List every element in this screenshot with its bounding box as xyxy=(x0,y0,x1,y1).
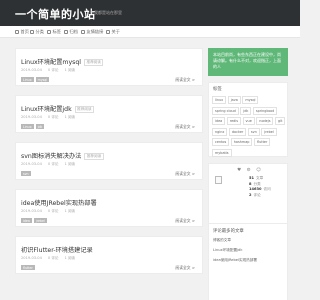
post-tags: Linux jdk xyxy=(21,124,46,129)
post-card: idea使用JRebel实现热部署 2019-03-04 0 评论 1 阅读 ide… xyxy=(15,189,203,227)
post-tag[interactable]: Linux xyxy=(21,77,34,82)
tag-list: linux java mysql spring cloud jdk spring… xyxy=(212,96,287,159)
tag-item[interactable]: mybatis xyxy=(212,148,232,157)
tag-item[interactable]: redis xyxy=(226,117,242,125)
read-more-link[interactable]: 阅读全文 > xyxy=(175,124,195,130)
user-icon xyxy=(106,30,110,34)
read-more-link[interactable]: 阅读全文 > xyxy=(175,77,195,83)
site-subtitle: 你我都是站在那里 xyxy=(90,10,122,15)
recent-post-link[interactable]: 博客的文章 xyxy=(213,238,231,243)
tag-item[interactable]: hashmap xyxy=(230,138,253,146)
nav-tags[interactable]: 标签 xyxy=(47,29,61,35)
nav-label: 标签 xyxy=(52,29,61,34)
nav-archive[interactable]: 归档 xyxy=(64,29,78,35)
nav-category[interactable]: 分类 xyxy=(30,29,44,35)
post-meta: 2019-03-04 0 评论 1 阅读 xyxy=(21,256,76,260)
tag-item[interactable]: idea xyxy=(212,117,226,125)
post-card: svn图标消失解决办法 推荐阅读 2019-03-04 0 评论 1 阅读 svn 阅… xyxy=(15,142,203,180)
tag-item[interactable]: java xyxy=(227,96,241,104)
post-title[interactable]: Linux环境配置mysql 推荐阅读 xyxy=(21,57,104,66)
main-nav: 首页 分类 标签 归档 友情链接 关于 xyxy=(0,26,300,38)
post-title[interactable]: svn图标消失解决办法 推荐阅读 xyxy=(21,151,104,160)
site-header: 一个简单的小站 你我都是站在那里 xyxy=(0,0,300,26)
tag-item[interactable]: svn xyxy=(247,127,260,136)
nav-label: 友情链接 xyxy=(86,29,104,34)
post-tags: idea jrebel xyxy=(21,218,49,223)
tag-item[interactable]: springboot xyxy=(252,106,278,115)
site-title[interactable]: 一个简单的小站 xyxy=(15,6,96,22)
post-meta: 2019-03-04 0 评论 1 阅读 xyxy=(21,209,76,213)
post-tags: svn xyxy=(21,171,33,176)
tag-cloud: 标签 linux java mysql spring cloud jdk spr… xyxy=(208,82,288,157)
nav-label: 分类 xyxy=(35,29,44,34)
archive-icon xyxy=(64,30,68,34)
post-meta: 2019-03-04 0 评论 1 阅读 xyxy=(21,162,76,166)
nav-label: 关于 xyxy=(111,29,120,34)
nav-links[interactable]: 友情链接 xyxy=(81,29,103,35)
post-tag[interactable]: mysql xyxy=(35,77,50,82)
post-badge: 推荐阅读 xyxy=(74,105,95,113)
home-icon xyxy=(15,30,19,34)
nav-home[interactable]: 首页 xyxy=(15,29,29,35)
recent-posts: 评论最多的文章 博客的文章 Linux环境配置jdk idea使用JRebel实… xyxy=(208,223,288,300)
link-icon xyxy=(81,30,85,34)
tag-item[interactable]: git xyxy=(274,117,286,125)
post-tag[interactable]: jrebel xyxy=(33,218,47,223)
avatar xyxy=(215,176,222,184)
post-tags: flutter xyxy=(21,265,37,270)
read-more-link[interactable]: 阅读全文 > xyxy=(175,218,195,224)
folder-icon xyxy=(30,30,34,34)
site-stats: 51 文章 8 分类 14630 访问 2 评论 xyxy=(249,176,271,198)
recent-posts-title: 评论最多的文章 xyxy=(213,229,244,234)
post-title[interactable]: Linux环境配置jdk 推荐阅读 xyxy=(21,104,95,113)
post-title[interactable]: 初识Flutter-环境搭建记录 xyxy=(21,245,93,254)
gear-icon[interactable]: ⚙ xyxy=(247,168,251,173)
tag-item[interactable]: mysql xyxy=(242,96,259,104)
post-card: Linux环境配置mysql 推荐阅读 2019-03-04 0 评论 1 阅读 Li… xyxy=(15,48,203,86)
welcome-text: 本站目前尚，有些东西正在建设中，尚请谅解。有什么不对，欢迎指正，上面的人 xyxy=(213,52,281,69)
social-links: ♥ ⚙ ☺ xyxy=(209,168,289,173)
post-card: Linux环境配置jdk 推荐阅读 2019-03-04 0 评论 1 阅读 Linu… xyxy=(15,95,203,133)
read-more-link[interactable]: 阅读全文 > xyxy=(175,171,195,177)
nav-label: 首页 xyxy=(20,29,29,34)
post-tag[interactable]: svn xyxy=(21,171,31,176)
tag-cloud-title: 标签 xyxy=(213,87,222,92)
nav-label: 归档 xyxy=(69,29,78,34)
post-badge: 推荐阅读 xyxy=(83,58,104,66)
tag-item[interactable]: vue xyxy=(242,117,255,125)
read-more-link[interactable]: 阅读全文 > xyxy=(175,265,195,271)
post-tags: Linux mysql xyxy=(21,77,51,82)
post-meta: 2019-03-04 0 评论 1 阅读 xyxy=(21,68,76,72)
tag-item[interactable]: spring cloud xyxy=(212,106,239,115)
tag-icon xyxy=(47,30,51,34)
post-tag[interactable]: jdk xyxy=(35,124,45,129)
post-meta: 2019-03-04 0 评论 1 阅读 xyxy=(21,115,76,119)
post-card: 初识Flutter-环境搭建记录 2019-03-04 0 评论 1 阅读 flut… xyxy=(15,236,203,274)
post-tag[interactable]: Linux xyxy=(21,124,34,129)
welcome-panel: 本站目前尚，有些东西正在建设中，尚请谅解。有什么不对，欢迎指正，上面的人 xyxy=(208,48,288,76)
post-badge: 推荐阅读 xyxy=(84,152,104,160)
post-title[interactable]: idea使用JRebel实现热部署 xyxy=(21,198,97,207)
tag-item[interactable]: docker xyxy=(228,127,247,136)
tag-item[interactable]: flutter xyxy=(253,138,271,146)
recent-post-link[interactable]: idea使用JRebel实现热部署 xyxy=(213,258,257,263)
tag-item[interactable]: centos xyxy=(212,138,230,146)
tag-item[interactable]: nginx xyxy=(212,127,228,136)
stat-row: 2 评论 xyxy=(249,192,261,197)
tag-item[interactable]: nodejs xyxy=(256,117,274,125)
nav-about[interactable]: 关于 xyxy=(106,29,120,35)
post-tag[interactable]: flutter xyxy=(21,265,35,270)
smile-icon[interactable]: ☺ xyxy=(256,168,261,173)
post-tag[interactable]: idea xyxy=(21,218,32,223)
tag-item[interactable]: jdk xyxy=(240,106,252,115)
recent-post-link[interactable]: Linux环境配置jdk xyxy=(213,248,242,253)
heart-icon[interactable]: ♥ xyxy=(237,168,241,173)
tag-item[interactable]: linux xyxy=(212,96,227,104)
tag-item[interactable]: jrebel xyxy=(261,127,277,136)
